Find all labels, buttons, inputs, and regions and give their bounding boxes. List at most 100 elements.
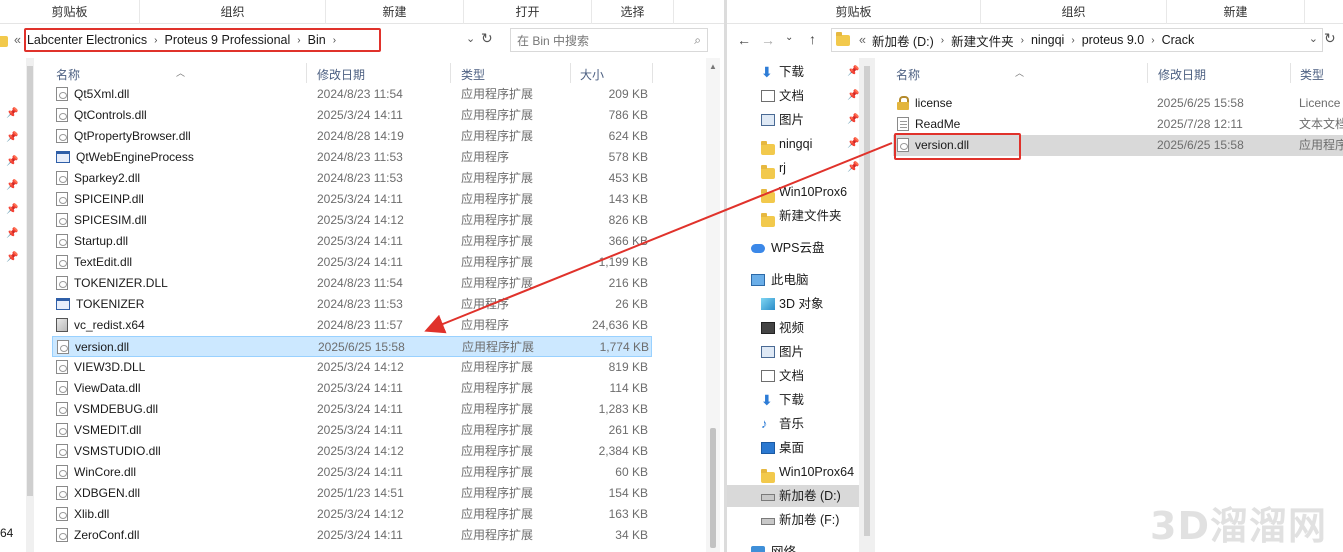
breadcrumb-overflow[interactable]: « xyxy=(856,33,869,47)
table-row[interactable]: VSMSTUDIO.dll 2025/3/24 14:12 应用程序扩展 2,384 … xyxy=(52,441,652,462)
nav-item[interactable]: 桌面 xyxy=(727,437,859,459)
pin-icon[interactable]: 📌 xyxy=(6,228,18,239)
col-header-date[interactable]: 修改日期 xyxy=(317,66,365,83)
table-row[interactable]: VIEW3D.DLL 2025/3/24 14:12 应用程序扩展 819 KB xyxy=(52,357,652,378)
table-row[interactable]: XDBGEN.dll 2025/1/23 14:51 应用程序扩展 154 KB xyxy=(52,483,652,504)
table-row[interactable]: license 2025/6/25 15:58 Licence xyxy=(893,93,1343,114)
nav-item[interactable]: 图片 xyxy=(727,341,859,363)
breadcrumb-chevron-icon[interactable]: › xyxy=(1067,35,1078,46)
table-row[interactable]: QtPropertyBrowser.dll 2024/8/28 14:19 应用程序… xyxy=(52,126,652,147)
pin-icon[interactable]: 📌 xyxy=(847,157,859,179)
pin-icon[interactable]: 📌 xyxy=(847,109,859,131)
pin-icon[interactable]: 📌 xyxy=(6,180,18,191)
nav-item[interactable]: ♪ 音乐 xyxy=(727,413,859,435)
breadcrumb-drive-d[interactable]: 新加卷 (D:) xyxy=(869,31,937,50)
left-address-bar[interactable]: « Labcenter Electronics › Proteus 9 Prof… xyxy=(10,28,478,52)
table-row[interactable]: ZeroConf.dll 2025/3/24 14:11 应用程序扩展 34 KB xyxy=(52,525,652,546)
right-nav-scrollbar[interactable] xyxy=(859,58,875,552)
breadcrumb-bin[interactable]: Bin xyxy=(305,33,329,47)
col-header-type[interactable]: 类型 xyxy=(1300,66,1324,83)
breadcrumb-chevron-icon[interactable]: › xyxy=(293,35,304,46)
table-row[interactable]: version.dll 2025/6/25 15:58 应用程序 xyxy=(893,135,1343,156)
breadcrumb-new-folder[interactable]: 新建文件夹 xyxy=(948,31,1017,50)
nav-item[interactable]: 视频 xyxy=(727,317,859,339)
pin-icon[interactable]: 📌 xyxy=(6,204,18,215)
breadcrumb-chevron-icon[interactable]: › xyxy=(1147,35,1158,46)
refresh-icon[interactable]: ↻ xyxy=(1324,30,1336,47)
nav-item[interactable]: ⬇ 下载 xyxy=(727,389,859,411)
pin-icon[interactable]: 📌 xyxy=(847,61,859,83)
nav-item[interactable]: 新加卷 (F:) xyxy=(727,509,859,531)
address-dropdown-icon[interactable]: ⌄ xyxy=(1309,32,1318,45)
col-header-name[interactable]: 名称 xyxy=(56,66,80,83)
ribbon-group-clipboard[interactable]: 剪贴板 xyxy=(0,0,140,24)
table-row[interactable]: VSMEDIT.dll 2025/3/24 14:11 应用程序扩展 261 KB xyxy=(52,420,652,441)
nav-item[interactable]: 3D 对象 xyxy=(727,293,859,315)
nav-item[interactable]: ⬇ 下载 📌 xyxy=(727,61,859,83)
left-search-input[interactable]: 在 Bin 中搜索 ⌕ xyxy=(510,28,708,52)
col-header-date[interactable]: 修改日期 xyxy=(1158,66,1206,83)
nav-item[interactable]: ningqi 📌 xyxy=(727,133,859,155)
address-dropdown-icon[interactable]: ⌄ xyxy=(466,32,475,45)
nav-item[interactable]: 新建文件夹 xyxy=(727,205,859,227)
nav-item[interactable]: 文档 xyxy=(727,365,859,387)
ribbon-group-new[interactable]: 新建 xyxy=(1167,0,1305,24)
nav-item[interactable]: Win10Prox6 xyxy=(727,181,859,203)
table-row[interactable]: SPICEINP.dll 2025/3/24 14:11 应用程序扩展 143 KB xyxy=(52,189,652,210)
breadcrumb-chevron-icon[interactable]: › xyxy=(937,35,948,46)
right-address-bar[interactable]: « 新加卷 (D:) › 新建文件夹 › ningqi › proteus 9.… xyxy=(831,28,1323,52)
breadcrumb-chevron-icon[interactable]: › xyxy=(150,35,161,46)
breadcrumb-chevron-icon[interactable]: › xyxy=(1017,35,1028,46)
breadcrumb-labcenter[interactable]: Labcenter Electronics xyxy=(24,33,150,47)
nav-item[interactable]: 文档 📌 xyxy=(727,85,859,107)
ribbon-group-open[interactable]: 打开 xyxy=(464,0,592,24)
breadcrumb-chevron-icon[interactable]: › xyxy=(329,35,340,46)
nav-item[interactable]: rj 📌 xyxy=(727,157,859,179)
table-row[interactable]: ReadMe 2025/7/28 12:11 文本文档 xyxy=(893,114,1343,135)
breadcrumb-proteus[interactable]: Proteus 9 Professional xyxy=(162,33,294,47)
table-row[interactable]: version.dll 2025/6/25 15:58 应用程序扩展 1,774 KB xyxy=(52,336,652,357)
nav-item[interactable]: WPS云盘 xyxy=(727,237,859,259)
table-row[interactable]: QtControls.dll 2025/3/24 14:11 应用程序扩展 786 K… xyxy=(52,105,652,126)
breadcrumb-overflow[interactable]: « xyxy=(11,33,24,47)
nav-item[interactable]: 图片 📌 xyxy=(727,109,859,131)
breadcrumb-ningqi[interactable]: ningqi xyxy=(1028,33,1067,47)
table-row[interactable]: TextEdit.dll 2025/3/24 14:11 应用程序扩展 1,199 K… xyxy=(52,252,652,273)
ribbon-group-clipboard[interactable]: 剪贴板 xyxy=(727,0,981,24)
table-row[interactable]: Sparkey2.dll 2024/8/23 11:53 应用程序扩展 453 KB xyxy=(52,168,652,189)
ribbon-group-new[interactable]: 新建 xyxy=(326,0,464,24)
pin-icon[interactable]: 📌 xyxy=(6,252,18,263)
nav-item-partial[interactable]: 64 xyxy=(0,526,13,540)
pin-icon[interactable]: 📌 xyxy=(6,108,18,119)
nav-item[interactable]: 此电脑 xyxy=(727,269,859,291)
up-icon[interactable]: ↑ xyxy=(809,31,816,47)
nav-item[interactable]: 网络 xyxy=(727,541,859,552)
col-header-name[interactable]: 名称 xyxy=(896,66,920,83)
pin-icon[interactable]: 📌 xyxy=(847,133,859,155)
table-row[interactable]: Qt5Xml.dll 2024/8/23 11:54 应用程序扩展 209 KB xyxy=(52,84,652,105)
table-row[interactable]: TOKENIZER.DLL 2024/8/23 11:54 应用程序扩展 216 KB xyxy=(52,273,652,294)
recent-dropdown-icon[interactable]: ⌄ xyxy=(785,32,793,43)
scroll-up-icon[interactable]: ▲ xyxy=(709,62,717,71)
table-row[interactable]: ViewData.dll 2025/3/24 14:11 应用程序扩展 114 KB xyxy=(52,378,652,399)
table-row[interactable]: Startup.dll 2025/3/24 14:11 应用程序扩展 366 KB xyxy=(52,231,652,252)
table-row[interactable]: SPICESIM.dll 2025/3/24 14:12 应用程序扩展 826 KB xyxy=(52,210,652,231)
table-row[interactable]: TOKENIZER 2024/8/23 11:53 应用程序 26 KB xyxy=(52,294,652,315)
table-row[interactable]: Xlib.dll 2025/3/24 14:12 应用程序扩展 163 KB xyxy=(52,504,652,525)
table-row[interactable]: vc_redist.x64 2024/8/23 11:57 应用程序 24,636 K… xyxy=(52,315,652,336)
breadcrumb-crack[interactable]: Crack xyxy=(1159,33,1198,47)
ribbon-group-organize[interactable]: 组织 xyxy=(981,0,1167,24)
col-header-type[interactable]: 类型 xyxy=(461,66,485,83)
left-file-scrollbar[interactable]: ▲ xyxy=(706,58,720,552)
col-header-size[interactable]: 大小 xyxy=(580,66,604,83)
refresh-icon[interactable]: ↻ xyxy=(481,30,493,47)
table-row[interactable]: VSMDEBUG.dll 2025/3/24 14:11 应用程序扩展 1,283 K… xyxy=(52,399,652,420)
pin-icon[interactable]: 📌 xyxy=(6,132,18,143)
search-icon[interactable]: ⌕ xyxy=(694,33,701,48)
ribbon-group-organize[interactable]: 组织 xyxy=(140,0,326,24)
breadcrumb-proteus[interactable]: proteus 9.0 xyxy=(1079,33,1148,47)
forward-icon[interactable]: → xyxy=(761,32,775,48)
pin-icon[interactable]: 📌 xyxy=(6,156,18,167)
nav-item[interactable]: Win10Prox64 xyxy=(727,461,859,483)
table-row[interactable]: QtWebEngineProcess 2024/8/23 11:53 应用程序 578… xyxy=(52,147,652,168)
